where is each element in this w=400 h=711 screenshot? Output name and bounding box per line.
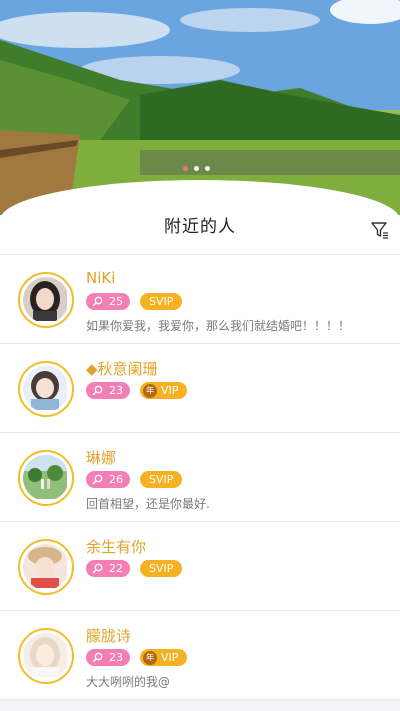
avatar[interactable]: [18, 628, 74, 684]
nearby-user-list: NiKi 25 SVIP 如果你爱我，我爱你，那么我们就结婚吧！！！！ ◆秋意阑…: [0, 255, 400, 700]
age-badge: 25: [86, 293, 130, 310]
vip-label: SVIP: [149, 473, 174, 486]
page-title: 附近的人: [148, 212, 250, 242]
avatar[interactable]: [18, 539, 74, 595]
avatar-image: [23, 277, 67, 321]
list-item[interactable]: 朦胧诗 23 年 VIP 大大咧咧的我@: [0, 611, 400, 700]
list-item[interactable]: 琳娜 26 SVIP 回首相望，还是你最好.: [0, 433, 400, 522]
user-name[interactable]: 余生有你: [86, 536, 146, 557]
user-signature: 如果你爱我，我爱你，那么我们就结婚吧！！！！: [86, 319, 351, 333]
user-name[interactable]: ◆秋意阑珊: [86, 358, 158, 379]
avatar-image: [23, 366, 67, 410]
avatar-image: [23, 455, 67, 499]
annual-vip-mark: 年: [143, 650, 157, 665]
search-icon: [92, 385, 103, 396]
user-signature: 回首相望，还是你最好.: [86, 497, 210, 511]
age-value: 25: [109, 295, 123, 308]
age-value: 23: [109, 651, 123, 664]
search-icon: [92, 563, 103, 574]
filter-icon: [371, 222, 388, 239]
filter-button[interactable]: [370, 220, 390, 240]
avatar-image: [23, 544, 67, 588]
carousel-indicator: [183, 166, 210, 171]
vip-label: SVIP: [149, 295, 174, 308]
annual-vip-mark: 年: [143, 383, 157, 398]
avatar[interactable]: [18, 361, 74, 417]
carousel-dot[interactable]: [183, 166, 188, 171]
age-badge: 22: [86, 560, 130, 577]
vip-label: VIP: [161, 384, 179, 397]
age-badge: 23: [86, 649, 130, 666]
user-name[interactable]: 朦胧诗: [86, 625, 131, 646]
vip-label: VIP: [161, 651, 179, 664]
list-item[interactable]: 余生有你 22 SVIP: [0, 522, 400, 611]
page-title-text: 附近的人: [164, 217, 236, 237]
vip-badge: 年 VIP: [140, 649, 188, 666]
user-signature: 大大咧咧的我@: [86, 675, 171, 689]
vip-badge: SVIP: [140, 560, 183, 577]
carousel-dot[interactable]: [194, 166, 199, 171]
age-value: 22: [109, 562, 123, 575]
vip-label: SVIP: [149, 562, 174, 575]
vip-badge: SVIP: [140, 293, 183, 310]
avatar-image: [23, 633, 67, 677]
age-value: 23: [109, 384, 123, 397]
age-badge: 26: [86, 471, 130, 488]
list-item[interactable]: ◆秋意阑珊 23 年 VIP: [0, 344, 400, 433]
avatar[interactable]: [18, 272, 74, 328]
list-item[interactable]: NiKi 25 SVIP 如果你爱我，我爱你，那么我们就结婚吧！！！！: [0, 255, 400, 344]
user-name[interactable]: 琳娜: [86, 447, 116, 468]
search-icon: [92, 296, 103, 307]
avatar[interactable]: [18, 450, 74, 506]
vip-badge: SVIP: [140, 471, 183, 488]
user-name[interactable]: NiKi: [86, 269, 115, 287]
search-icon: [92, 474, 103, 485]
search-icon: [92, 652, 103, 663]
age-value: 26: [109, 473, 123, 486]
carousel-dot[interactable]: [205, 166, 210, 171]
age-badge: 23: [86, 382, 130, 399]
vip-badge: 年 VIP: [140, 382, 188, 399]
